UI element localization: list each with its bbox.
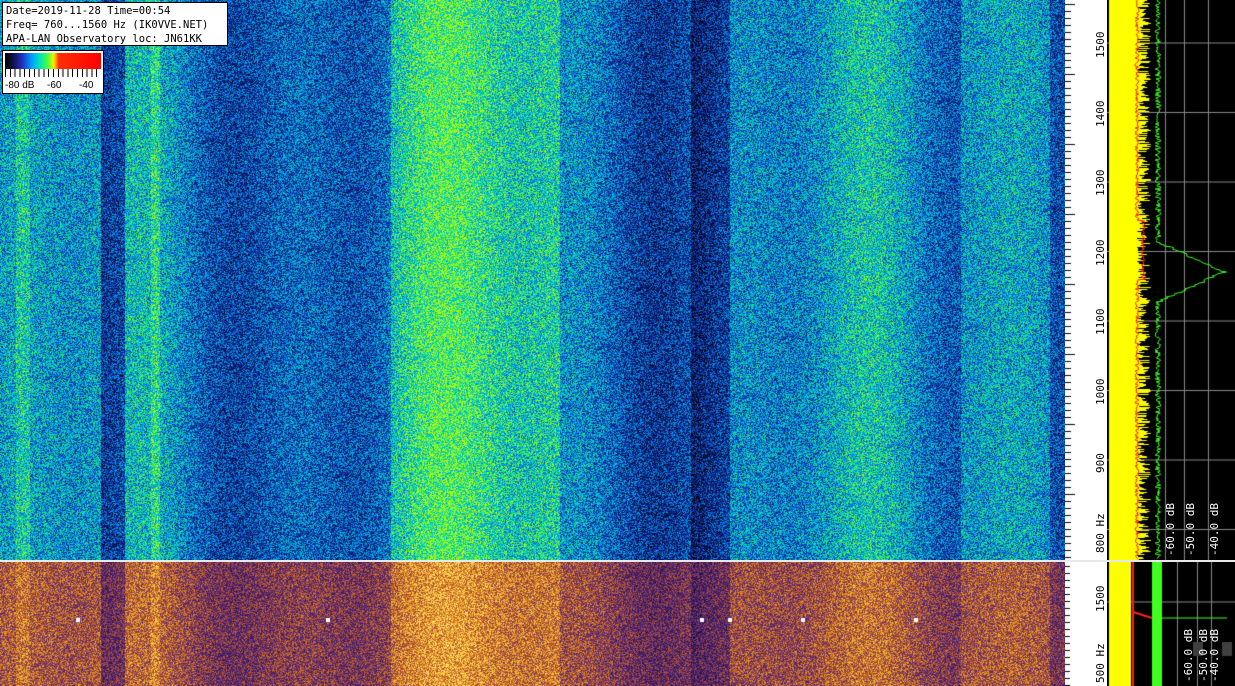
info-box: Date=2019-11-28 Time=00:54 Freq= 760...1…: [2, 2, 228, 46]
db-label-50-main: -50.0 dB: [1184, 503, 1197, 556]
spectrum-trace-main: [1107, 0, 1235, 560]
info-frequency: Freq= 760...1560 Hz (IK0VVE.NET): [6, 19, 209, 31]
spectrum-panel-lower: -60.0 dB -50.0 dB -40.0 dB: [1107, 562, 1235, 686]
axis-tick-1100: 1100: [1094, 308, 1107, 336]
db-label-40-main: -40.0 dB: [1208, 503, 1221, 556]
frequency-axis-lower: 1500 500 Hz: [1065, 562, 1107, 686]
axis-tick-1200: 1200: [1094, 239, 1107, 267]
axis-tick-800: 800 Hz: [1094, 513, 1107, 553]
legend-label-max: -40: [79, 80, 94, 91]
axis-tick-900: 900: [1094, 453, 1107, 473]
axis-tick-500-lower: 500 Hz: [1094, 643, 1107, 683]
db-label-60-main: -60.0 dB: [1164, 503, 1177, 556]
color-legend: -80 dB -60 -40: [2, 50, 104, 94]
axis-tick-1500-lower: 1500: [1094, 585, 1107, 613]
axis-tick-1300: 1300: [1094, 169, 1107, 197]
legend-label-mid: -60: [47, 80, 62, 91]
panel-divider: [0, 560, 1235, 562]
main-waterfall: [0, 0, 1065, 560]
db-label-60-lower: -60.0 dB: [1182, 629, 1195, 682]
info-date-time: Date=2019-11-28 Time=00:54: [6, 5, 171, 17]
color-scale-icon: [5, 53, 101, 69]
info-location: APA-LAN Observatory loc: JN61KK: [6, 33, 202, 45]
axis-tick-1500: 1500: [1094, 31, 1107, 59]
legend-label-min: -80 dB: [5, 80, 35, 91]
lower-waterfall: [0, 562, 1065, 686]
frequency-axis-main: 1500 1400 1300 1200 1100 1000 900 800 Hz: [1065, 0, 1107, 560]
db-label-40-lower: -40.0 dB: [1208, 629, 1221, 682]
axis-tick-1400: 1400: [1094, 100, 1107, 128]
color-scale-ticks: [5, 69, 101, 77]
spectrum-panel-main: -60.0 dB -50.0 dB -40.0 dB: [1107, 0, 1235, 560]
axis-ticks: [1065, 0, 1107, 560]
axis-tick-1000: 1000: [1094, 378, 1107, 406]
